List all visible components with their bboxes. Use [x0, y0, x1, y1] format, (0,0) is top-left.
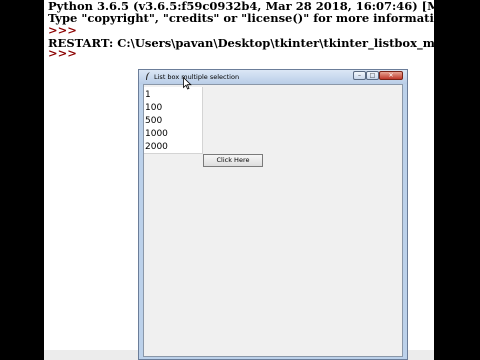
list-item[interactable]: 2000	[145, 141, 168, 154]
shell-line: RESTART: C:\Users\pavan\Desktop\tkinter\…	[48, 36, 434, 50]
screen: Python 3.6.5 (v3.6.5:f59c0932b4, Mar 28 …	[0, 0, 480, 360]
feather-icon	[146, 72, 150, 80]
window-title: List box multiple selection	[154, 73, 240, 81]
shell-prompt[interactable]: >>>	[48, 47, 77, 60]
list-item[interactable]: 100	[145, 102, 162, 115]
list-item[interactable]: 1000	[145, 128, 168, 141]
click-here-button[interactable]: Click Here	[203, 154, 263, 167]
mouse-cursor-icon	[183, 77, 192, 90]
close-button[interactable]: ✕	[379, 71, 403, 80]
list-item[interactable]: 1	[145, 89, 151, 102]
list-item[interactable]: 500	[145, 115, 162, 128]
shell-line: Type "copyright", "credits" or "license(…	[48, 11, 434, 25]
window-client-area: 1 100 500 1000 2000 Click Here	[143, 84, 403, 357]
maximize-button[interactable]: □	[366, 71, 379, 80]
minimize-button[interactable]: –	[353, 71, 366, 80]
tk-window: List box multiple selection – □ ✕ 1 100 …	[138, 69, 408, 360]
listbox[interactable]: 1 100 500 1000 2000	[144, 87, 203, 154]
window-titlebar[interactable]: List box multiple selection – □ ✕	[139, 70, 407, 84]
